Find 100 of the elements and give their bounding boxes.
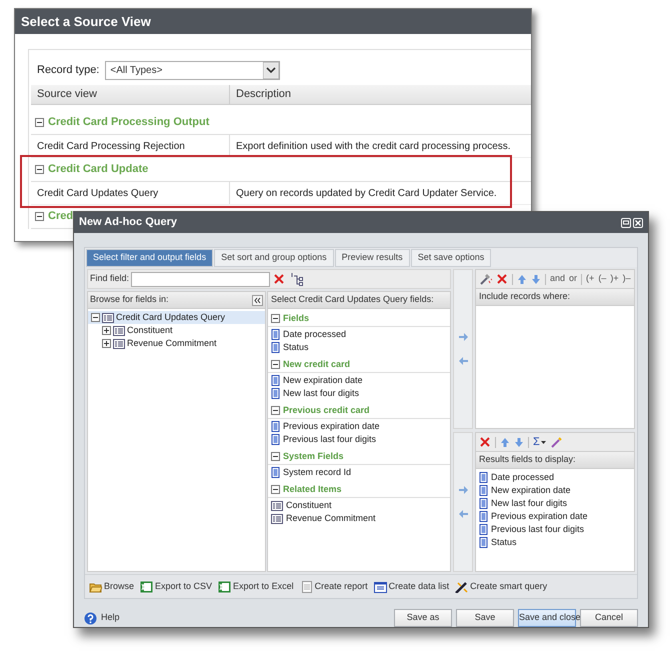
column-header[interactable]: Source view — [31, 85, 230, 104]
toolbar-button[interactable]: Create report — [300, 580, 368, 594]
caret-icon — [540, 440, 546, 444]
field-item[interactable]: New expiration date — [283, 374, 363, 388]
panel-header: Select Credit Card Updates Query fields: — [268, 292, 450, 309]
field-icon — [271, 388, 280, 399]
field-item[interactable]: Date processed — [283, 328, 346, 342]
delete-icon[interactable] — [479, 436, 491, 448]
tree-item[interactable]: Revenue Commitment — [88, 337, 265, 350]
collapse-icon[interactable] — [271, 360, 280, 369]
panel-header: Results fields to display: — [476, 452, 634, 469]
operator-button[interactable]: and — [550, 272, 566, 286]
tab[interactable]: Set sort and group options — [214, 249, 334, 267]
field-icon — [479, 537, 488, 548]
toolbar-button[interactable]: Browse — [89, 580, 134, 594]
result-field-item[interactable]: New last four digits — [491, 496, 568, 510]
window-title: New Ad-hoc Query — [79, 215, 178, 230]
field-item[interactable]: Status — [283, 340, 309, 354]
table-icon — [113, 338, 125, 348]
collapse-icon[interactable] — [35, 212, 44, 221]
field-item[interactable]: System record Id — [283, 466, 352, 480]
tree-item[interactable]: Credit Card Updates Query — [88, 311, 265, 324]
help-link[interactable]: Help — [84, 611, 120, 625]
collapse-icon[interactable] — [271, 314, 280, 323]
expand-icon[interactable] — [102, 326, 111, 335]
field-item[interactable]: Previous last four digits — [283, 432, 376, 446]
collapse-icon[interactable] — [271, 485, 280, 494]
toolbar-button[interactable]: Create smart query — [455, 580, 548, 594]
result-field-item[interactable]: Previous expiration date — [491, 510, 588, 524]
spreadsheet-icon — [140, 580, 154, 592]
tab[interactable]: Select filter and output fields — [86, 249, 214, 267]
result-field-item[interactable]: Date processed — [491, 470, 554, 484]
tree-view-icon[interactable] — [291, 272, 304, 286]
column-header[interactable]: Description — [230, 85, 531, 104]
tree-item[interactable]: Constituent — [88, 324, 265, 337]
find-field-input[interactable] — [131, 272, 270, 286]
field-icon — [271, 375, 280, 386]
field-item[interactable]: Previous expiration date — [283, 420, 380, 434]
help-icon — [84, 612, 97, 624]
operator-button[interactable]: )– — [622, 272, 631, 286]
field-item[interactable]: Constituent — [286, 498, 332, 512]
field-label: Find field: — [90, 272, 130, 286]
tab[interactable]: Set save options — [410, 249, 492, 267]
field-icon — [479, 524, 488, 535]
field-item[interactable]: Revenue Commitment — [286, 512, 376, 526]
panel-header: Browse for fields in: — [90, 293, 169, 306]
table-icon — [102, 312, 114, 322]
table-icon — [271, 514, 283, 524]
document-icon — [300, 580, 313, 592]
field-icon — [479, 472, 488, 483]
field-icon — [271, 467, 280, 478]
result-field-item[interactable]: Status — [491, 536, 517, 550]
clear-icon[interactable] — [273, 273, 286, 285]
delete-icon[interactable] — [496, 273, 508, 285]
spreadsheet-icon — [218, 580, 232, 592]
wand-icon — [455, 580, 468, 592]
result-field-item[interactable]: Previous last four digits — [491, 522, 584, 536]
field-icon — [271, 434, 280, 445]
tab[interactable]: Preview results — [334, 249, 410, 267]
record-type-dropdown[interactable]: <All Types> — [105, 60, 280, 80]
wand-icon[interactable] — [479, 273, 492, 285]
sum-button[interactable]: Σ — [533, 434, 546, 450]
table-cell[interactable]: Export definition used with the credit card processing process. — [230, 135, 531, 157]
expand-icon[interactable] — [102, 339, 111, 348]
toolbar-button[interactable]: Export to Excel — [218, 580, 294, 594]
field-icon — [271, 421, 280, 432]
field-item[interactable]: New last four digits — [283, 386, 360, 400]
operator-button[interactable]: or — [569, 272, 578, 286]
panel-header: Include records where: — [476, 289, 634, 306]
window-title: Select a Source View — [15, 9, 531, 34]
collapse-icon[interactable] — [271, 452, 280, 461]
collapse-panel-icon[interactable] — [252, 294, 263, 306]
collapse-icon[interactable] — [271, 406, 280, 415]
operator-button[interactable]: )+ — [610, 272, 619, 286]
dialog-button[interactable]: Cancel — [580, 609, 638, 627]
table-cell[interactable]: Credit Card Processing Rejection — [31, 135, 230, 157]
operator-button[interactable]: (+ — [586, 272, 594, 286]
dropdown-arrow-icon — [263, 62, 280, 78]
toolbar-button[interactable]: Export to CSV — [140, 580, 212, 594]
toolbar-button[interactable]: Create data list — [374, 580, 450, 594]
field-icon — [479, 485, 488, 496]
collapse-icon[interactable] — [91, 313, 100, 322]
list-icon — [374, 580, 387, 592]
table-cell[interactable]: Credit Card Updates Query — [31, 182, 230, 204]
close-icon[interactable] — [633, 218, 643, 228]
restore-icon[interactable] — [621, 218, 631, 228]
table-icon — [271, 500, 283, 510]
result-field-item[interactable]: New expiration date — [491, 484, 571, 498]
operator-button[interactable]: (– — [598, 272, 606, 286]
collapse-icon[interactable] — [35, 165, 44, 174]
dialog-button[interactable]: Save — [456, 609, 514, 627]
spell-check-icon[interactable] — [550, 436, 562, 448]
field-label: Record type: — [37, 62, 100, 78]
table-cell[interactable]: Query on records updated by Credit Card Updater Service. — [230, 182, 531, 204]
dialog-button[interactable]: Save as — [394, 609, 452, 627]
folder-icon — [89, 580, 102, 592]
field-icon — [479, 498, 488, 509]
field-icon — [271, 329, 280, 340]
collapse-icon[interactable] — [35, 118, 44, 127]
field-icon — [271, 342, 280, 353]
